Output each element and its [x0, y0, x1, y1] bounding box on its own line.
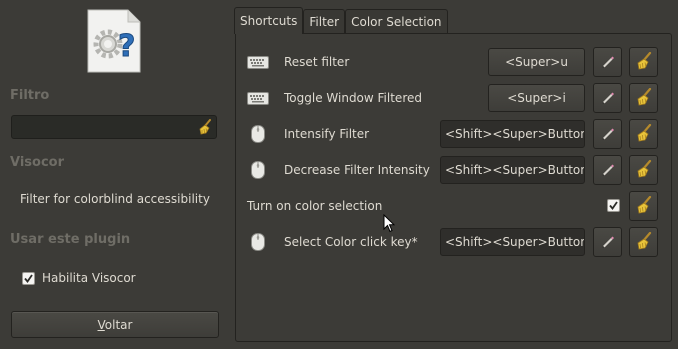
shortcut-row-select-color: Select Color click key* <Shift><Super>Bu…	[236, 227, 673, 257]
clear-shortcut-button[interactable]	[629, 227, 658, 257]
clear-filter-icon[interactable]	[197, 119, 213, 135]
shortcut-label: Decrease Filter Intensity	[284, 163, 430, 177]
shortcut-label: Turn on color selection	[247, 199, 383, 213]
filter-input[interactable]	[16, 119, 196, 137]
tab-shortcuts[interactable]: Shortcuts	[234, 7, 304, 34]
plugin-description: Filter for colorblind accessibility	[20, 192, 210, 206]
color-selection-checkbox[interactable]	[607, 199, 620, 212]
use-plugin-section-title: Usar este plugin	[10, 232, 131, 247]
pencil-icon	[600, 125, 616, 144]
keyboard-icon	[247, 56, 269, 69]
broom-icon	[635, 87, 653, 109]
tab-color-selection[interactable]: Color Selection	[345, 9, 448, 34]
pencil-icon	[600, 53, 616, 72]
keyboard-icon	[247, 92, 269, 105]
enable-plugin-label: Habilita Visocor	[42, 271, 136, 285]
shortcuts-panel: Reset filter <Super>u Toggle Window Filt…	[235, 33, 672, 342]
shortcut-label: Reset filter	[284, 55, 350, 69]
mouse-icon	[251, 125, 265, 143]
clear-shortcut-button[interactable]	[629, 83, 658, 113]
enable-plugin-row[interactable]: Habilita Visocor	[22, 271, 136, 285]
shortcut-row-toggle-window: Toggle Window Filtered <Super>i	[236, 83, 673, 113]
shortcut-binding-entry[interactable]: <Shift><Super>Button1	[440, 228, 585, 256]
edit-shortcut-button[interactable]	[593, 47, 622, 77]
filter-section-title: Filtro	[10, 88, 50, 103]
pencil-icon	[600, 89, 616, 108]
clear-shortcut-button[interactable]	[629, 119, 658, 149]
back-button[interactable]: Voltar	[11, 311, 219, 338]
broom-icon	[635, 123, 653, 145]
enable-plugin-checkbox[interactable]	[22, 271, 35, 285]
edit-shortcut-button[interactable]	[593, 83, 622, 113]
shortcut-row-color-selection-toggle: Turn on color selection	[236, 191, 673, 221]
shortcut-label: Intensify Filter	[284, 127, 370, 141]
shortcut-binding-button[interactable]: <Super>i	[488, 84, 585, 112]
mouse-icon	[251, 233, 265, 251]
filter-search-field[interactable]	[11, 115, 217, 139]
clear-shortcut-button[interactable]	[629, 155, 658, 185]
shortcut-binding-entry[interactable]: <Shift><Super>Button4	[440, 120, 585, 148]
tab-bar: Shortcuts Filter Color Selection	[234, 7, 448, 34]
mouse-icon	[251, 161, 265, 179]
shortcut-label: Select Color click key*	[284, 235, 418, 249]
edit-shortcut-button[interactable]	[593, 155, 622, 185]
svg-text:?: ?	[118, 29, 135, 64]
broom-icon	[635, 159, 653, 181]
shortcut-row-reset-filter: Reset filter <Super>u	[236, 47, 673, 77]
clear-shortcut-button[interactable]	[629, 47, 658, 77]
pencil-icon	[600, 161, 616, 180]
pencil-icon	[600, 233, 616, 252]
shortcut-row-decrease: Decrease Filter Intensity <Shift><Super>…	[236, 155, 673, 185]
back-button-label: Voltar	[97, 317, 133, 332]
plugin-sidebar: ? Filtro Visocor Filter for colorblind a…	[0, 0, 230, 349]
edit-shortcut-button[interactable]	[593, 119, 622, 149]
clear-shortcut-button[interactable]	[629, 191, 658, 221]
tab-filter[interactable]: Filter	[303, 9, 346, 34]
shortcut-label: Toggle Window Filtered	[284, 91, 422, 105]
shortcut-row-intensify: Intensify Filter <Shift><Super>Button4	[236, 119, 673, 149]
edit-shortcut-button[interactable]	[593, 227, 622, 257]
shortcut-binding-entry[interactable]: <Shift><Super>Button5	[440, 156, 585, 184]
broom-icon	[635, 195, 653, 217]
plugin-icon: ?	[84, 8, 146, 74]
plugin-section-title: Visocor	[10, 155, 65, 170]
mouse-pointer-icon	[383, 213, 396, 237]
broom-icon	[635, 51, 653, 73]
shortcut-binding-button[interactable]: <Super>u	[488, 48, 585, 76]
broom-icon	[635, 231, 653, 253]
